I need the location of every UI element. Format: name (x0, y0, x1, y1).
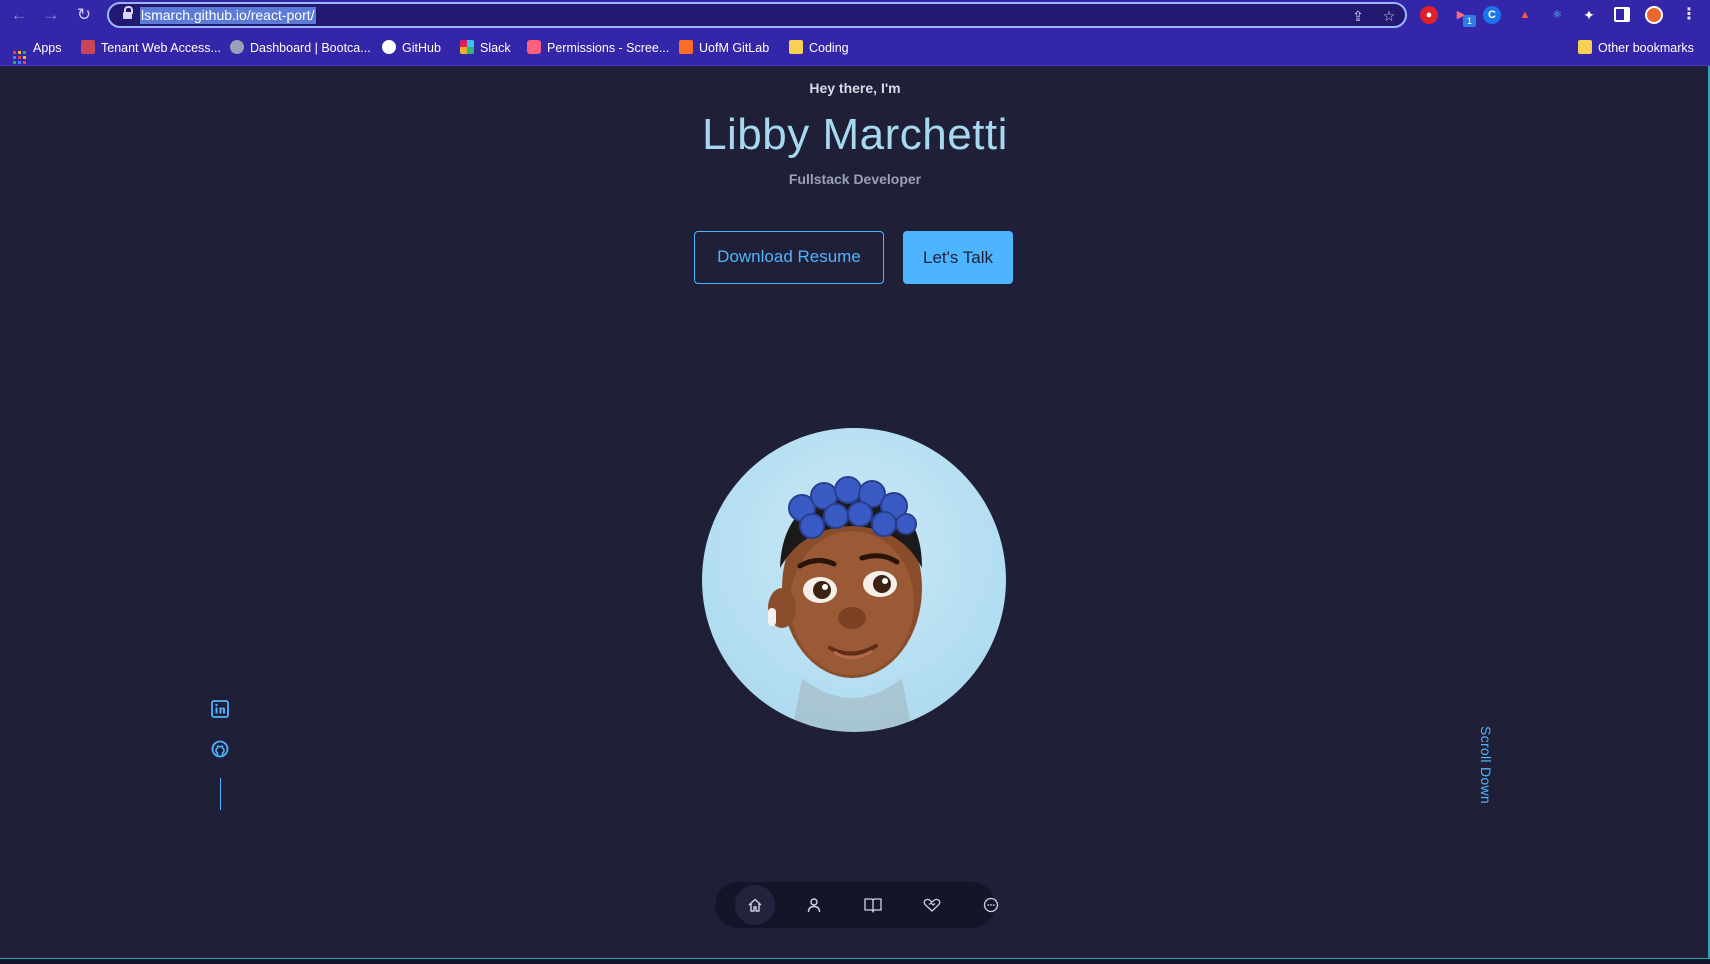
bookmark-dashboard[interactable]: Dashboard | Bootca... (230, 39, 371, 57)
react-devtools-icon[interactable]: ⚛ (1548, 6, 1566, 24)
gitlab-icon (679, 40, 693, 54)
chat-icon (983, 897, 999, 913)
nav-contact[interactable] (971, 889, 1011, 921)
profile-avatar[interactable] (1645, 6, 1663, 24)
bookmark-github[interactable]: GitHub (382, 39, 441, 57)
linkedin-icon[interactable] (211, 700, 229, 718)
taskbar-edge (0, 958, 1710, 964)
rocket-extension-icon[interactable]: ▲ (1516, 6, 1534, 24)
browser-toolbar: ← → ↻ lsmarch.github.io/react-port/ ⇪ ☆ … (0, 0, 1710, 30)
book-icon (864, 898, 882, 913)
home-icon (748, 898, 762, 912)
greeting: Hey there, I'm (809, 80, 901, 96)
back-button[interactable]: ← (9, 5, 29, 25)
chrome-extension-icon[interactable]: C (1483, 6, 1501, 24)
address-bar[interactable]: lsmarch.github.io/react-port/ ⇪ ☆ (107, 2, 1407, 28)
bookmark-tenant[interactable]: Tenant Web Access... (81, 39, 221, 57)
extension-badge: 1 (1463, 15, 1476, 27)
bookmark-star-icon[interactable]: ☆ (1380, 7, 1398, 25)
bookmark-label: Permissions - Scree... (547, 41, 670, 55)
github-icon[interactable] (211, 740, 229, 758)
page-title: Libby Marchetti (702, 110, 1008, 159)
globe-icon (230, 40, 244, 54)
bookmark-slack[interactable]: Slack (460, 39, 511, 57)
scroll-down-link[interactable]: Scroll Down (1478, 726, 1494, 804)
bookmark-gitlab[interactable]: UofM GitLab (679, 39, 769, 57)
bookmark-label: Apps (33, 41, 62, 55)
apps-grid-icon (13, 51, 26, 64)
bookmark-permissions[interactable]: Permissions - Scree... (527, 39, 669, 57)
bookmark-label: UofM GitLab (699, 41, 770, 55)
avatar (702, 428, 1006, 732)
bookmark-apps[interactable]: Apps (13, 39, 62, 64)
bookmark-label: GitHub (402, 41, 441, 55)
share-icon[interactable]: ⇪ (1349, 7, 1367, 25)
sidepanel-icon[interactable] (1614, 7, 1630, 22)
download-resume-button[interactable]: Download Resume (694, 231, 884, 284)
social-divider (220, 778, 221, 810)
memoji-image (768, 476, 922, 732)
nav-experience[interactable] (853, 889, 893, 921)
bottom-nav (715, 882, 999, 928)
services-icon (923, 898, 941, 912)
github-icon (382, 40, 396, 54)
lock-icon (123, 6, 133, 20)
bookmark-coding[interactable]: Coding (789, 39, 849, 57)
bookmark-label: Dashboard | Bootca... (250, 41, 371, 55)
nav-home[interactable] (735, 885, 775, 925)
nav-services[interactable] (912, 889, 952, 921)
url-text[interactable]: lsmarch.github.io/react-port/ (140, 7, 316, 24)
social-links (211, 700, 231, 810)
bookmark-label: Tenant Web Access... (101, 41, 221, 55)
user-icon (807, 898, 821, 913)
folder-icon (789, 40, 803, 54)
slack-icon (460, 40, 474, 54)
extensions-puzzle-icon[interactable]: ✦ (1580, 6, 1598, 24)
forward-button[interactable]: → (41, 5, 61, 25)
screencastify-icon (527, 40, 541, 54)
portfolio-page: Hey there, I'm Libby Marchetti Fullstack… (0, 66, 1710, 964)
role-subtitle: Fullstack Developer (788, 171, 922, 187)
other-bookmarks[interactable]: Other bookmarks (1578, 39, 1694, 57)
bookmark-label: Other bookmarks (1598, 41, 1694, 55)
tenant-icon (81, 40, 95, 54)
bookmark-label: Slack (480, 41, 511, 55)
bookmarks-bar: Apps Tenant Web Access... Dashboard | Bo… (0, 30, 1710, 66)
menu-icon[interactable]: ⋮ (1681, 4, 1697, 26)
adblock-extension-icon[interactable]: ● (1420, 6, 1438, 24)
reload-button[interactable]: ↻ (74, 5, 94, 25)
folder-icon (1578, 40, 1592, 54)
lets-talk-button[interactable]: Let's Talk (903, 231, 1013, 284)
bookmark-label: Coding (809, 41, 849, 55)
nav-about[interactable] (794, 889, 834, 921)
